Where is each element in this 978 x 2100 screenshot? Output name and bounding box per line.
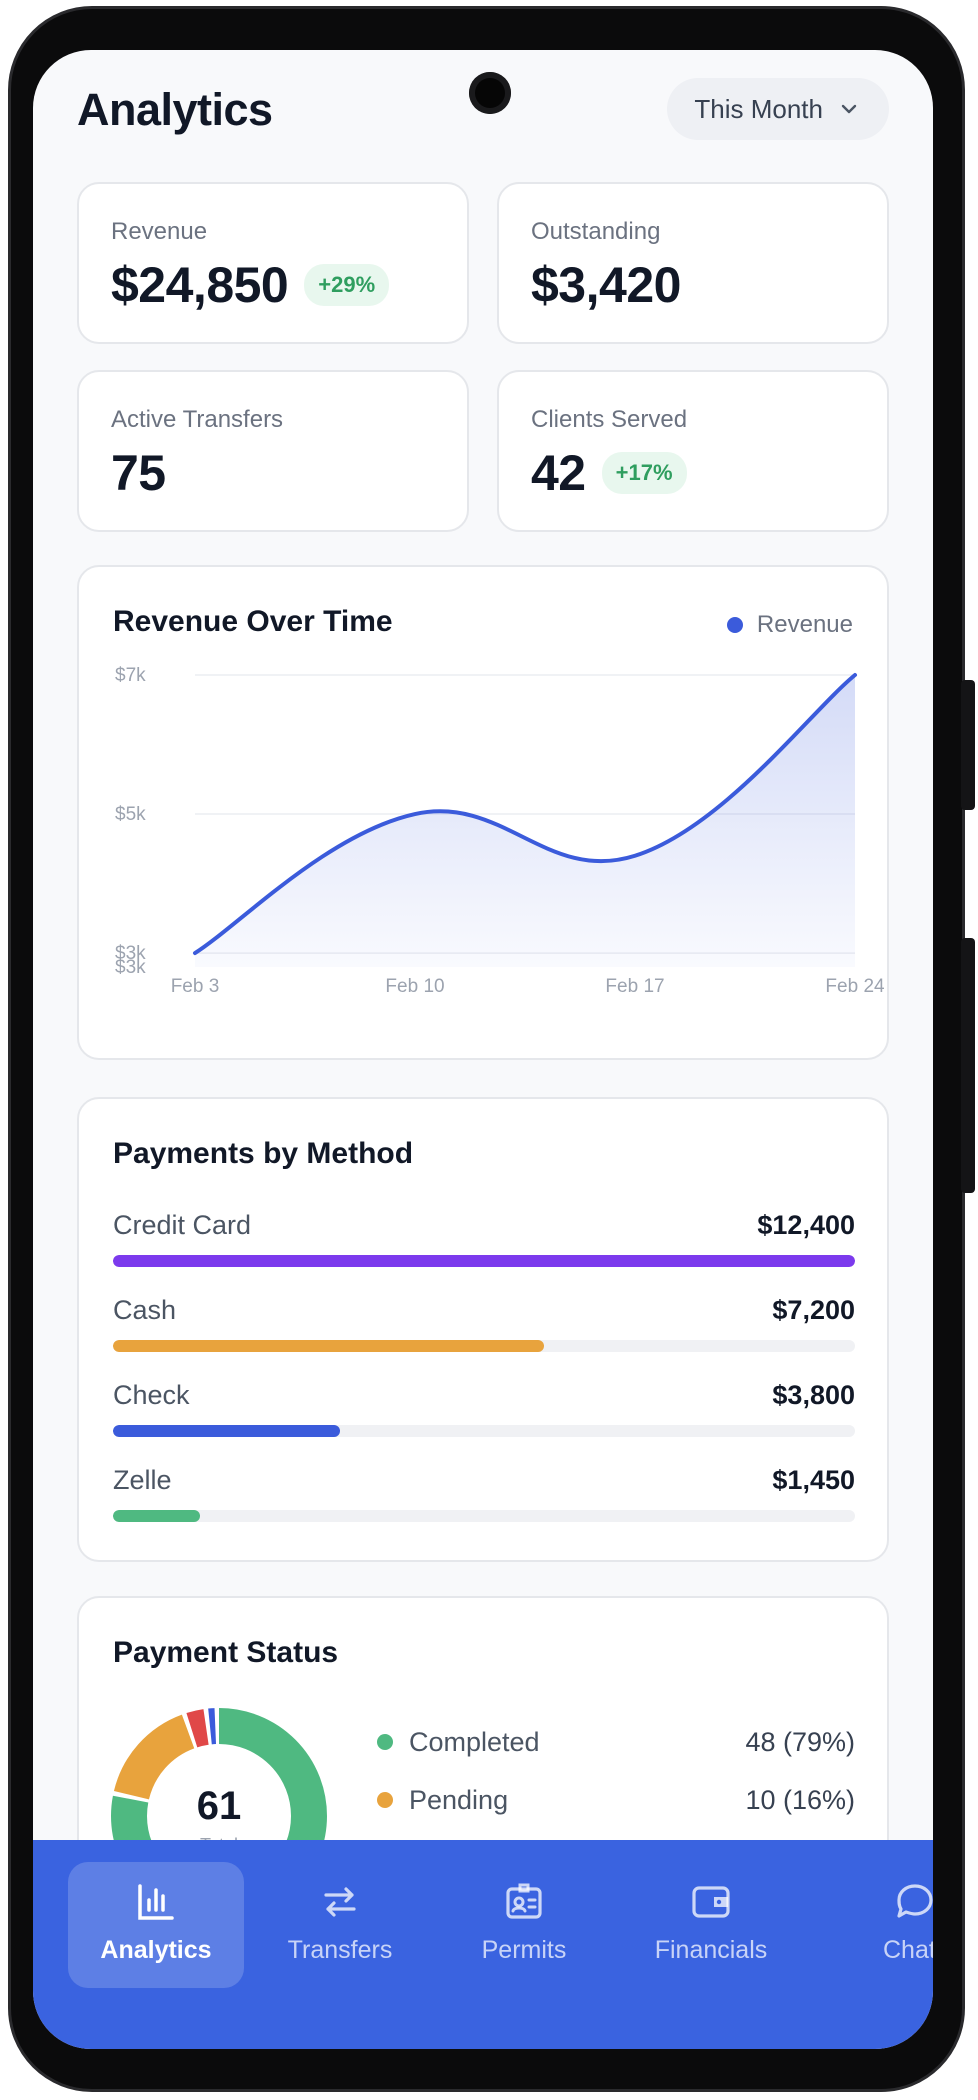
stat-value: $3,420 bbox=[531, 257, 681, 313]
method-amount: $3,800 bbox=[772, 1379, 855, 1410]
status-label: Completed bbox=[409, 1726, 540, 1757]
nav-item-permits[interactable]: Permits bbox=[459, 1862, 589, 1988]
method-name: Cash bbox=[113, 1294, 177, 1325]
method-bar-track bbox=[113, 1510, 855, 1522]
status-legend-row: Completed 48 (79%) bbox=[377, 1722, 855, 1762]
y-tick-label: $7k bbox=[115, 665, 146, 686]
method-amount: $12,400 bbox=[757, 1209, 855, 1240]
status-value: 48 (79%) bbox=[745, 1726, 855, 1757]
method-name: Check bbox=[113, 1379, 190, 1410]
chevron-down-icon bbox=[841, 104, 857, 114]
trend-badge: +17% bbox=[601, 452, 687, 494]
bar-chart-icon bbox=[138, 1884, 174, 1920]
chat-bubble-icon bbox=[897, 1884, 933, 1918]
method-amount: $7,200 bbox=[772, 1294, 855, 1325]
method-row: Cash $7,200 bbox=[113, 1292, 855, 1352]
header: Analytics This Month bbox=[77, 78, 889, 148]
nav-label: Transfers bbox=[287, 1936, 393, 1964]
status-dot bbox=[377, 1734, 393, 1750]
revenue-chart-card: Revenue Over Time Revenue $7k $5k $3k $3k Fe… bbox=[77, 565, 889, 1060]
nav-label: Analytics bbox=[100, 1936, 212, 1964]
nav-item-analytics[interactable]: Analytics bbox=[68, 1862, 244, 1988]
wallet-icon bbox=[692, 1886, 730, 1918]
method-bar-fill bbox=[113, 1255, 855, 1267]
status-dot bbox=[377, 1792, 393, 1808]
period-select[interactable]: This Month bbox=[667, 78, 889, 140]
stat-label: Active Transfers bbox=[111, 406, 284, 433]
methods-title: Payments by Method bbox=[113, 1137, 414, 1170]
page-title: Analytics bbox=[77, 84, 273, 135]
method-row: Credit Card $12,400 bbox=[113, 1207, 855, 1267]
status-legend-row: Pending 10 (16%) bbox=[377, 1780, 855, 1820]
stat-label: Revenue bbox=[111, 218, 208, 245]
method-name: Zelle bbox=[113, 1464, 172, 1495]
y-tick-label: $3k bbox=[115, 957, 146, 978]
method-bar-fill bbox=[113, 1510, 200, 1522]
status-label: Pending bbox=[409, 1784, 509, 1815]
donut-total-value: 61 bbox=[196, 1784, 242, 1828]
payments-by-method-card: Payments by Method Credit Card $12,400 C… bbox=[77, 1097, 889, 1562]
nav-item-chat[interactable]: Chat bbox=[873, 1862, 933, 1988]
method-bar-track bbox=[113, 1425, 855, 1437]
stat-value: 42 bbox=[531, 445, 586, 501]
period-select-label: This Month bbox=[694, 93, 823, 124]
method-name: Credit Card bbox=[113, 1209, 252, 1240]
nav-label: Permits bbox=[481, 1936, 567, 1964]
x-tick-label: Feb 24 bbox=[825, 976, 885, 997]
x-tick-label: Feb 10 bbox=[385, 976, 444, 997]
swap-arrows-icon bbox=[324, 1887, 356, 1917]
x-tick-label: Feb 3 bbox=[171, 976, 220, 997]
stat-card-active-transfers[interactable]: Active Transfers 75 bbox=[77, 370, 469, 532]
method-row: Check $3,800 bbox=[113, 1377, 855, 1437]
trend-badge: +29% bbox=[304, 264, 390, 306]
revenue-area bbox=[195, 675, 855, 967]
nav-label: Financials bbox=[654, 1936, 768, 1964]
nav-item-transfers[interactable]: Transfers bbox=[265, 1862, 415, 1988]
power-button bbox=[961, 938, 975, 1193]
stat-card-clients-served[interactable]: Clients Served 42 +17% bbox=[497, 370, 889, 532]
stat-label: Clients Served bbox=[531, 406, 688, 433]
y-tick-label: $5k bbox=[115, 804, 146, 825]
nav-item-financials[interactable]: Financials bbox=[631, 1862, 791, 1988]
nav-label: Chat bbox=[883, 1936, 933, 1964]
stat-value: 75 bbox=[111, 445, 166, 501]
method-bar-fill bbox=[113, 1425, 341, 1437]
x-tick-label: Feb 17 bbox=[605, 976, 664, 997]
revenue-chart: $7k$5k$3k$3kFeb 3 Feb 10 Feb 17 Feb 24 bbox=[115, 665, 885, 997]
stat-label: Outstanding bbox=[531, 218, 661, 245]
stat-value: $24,850 bbox=[111, 257, 289, 313]
method-bar-track bbox=[113, 1340, 855, 1352]
method-amount: $1,450 bbox=[772, 1464, 855, 1495]
status-value: 10 (16%) bbox=[745, 1784, 855, 1815]
stat-card-outstanding[interactable]: Outstanding $3,420 bbox=[497, 182, 889, 344]
volume-button bbox=[961, 680, 975, 810]
bottom-navigation: Analytics Transfers Permits Financials C… bbox=[33, 1840, 933, 2049]
method-bar-track bbox=[113, 1255, 855, 1267]
status-title: Payment Status bbox=[113, 1636, 339, 1669]
method-row: Zelle $1,450 bbox=[113, 1462, 855, 1522]
app-screen: Analytics This Month Revenue $24,850 +29… bbox=[33, 50, 933, 2049]
id-badge-icon bbox=[506, 1883, 542, 1919]
stat-card-revenue[interactable]: Revenue $24,850 +29% bbox=[77, 182, 469, 344]
donut-center: 61 Total bbox=[111, 1708, 327, 1856]
method-bar-fill bbox=[113, 1340, 544, 1352]
